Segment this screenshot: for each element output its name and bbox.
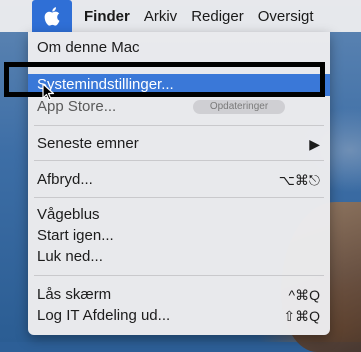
menu-item-app-store[interactable]: App Store... Opdateringer: [28, 96, 330, 118]
mouse-pointer-icon: [42, 83, 56, 101]
menu-item-lock-screen[interactable]: Lås skærm ^⌘Q: [28, 284, 330, 306]
submenu-arrow-icon: ▶: [309, 136, 320, 152]
menu-separator: [34, 125, 324, 126]
update-badge: Opdateringer: [193, 100, 285, 114]
menu-separator: [34, 275, 324, 276]
menu-separator: [34, 160, 324, 161]
menu-rediger[interactable]: Rediger: [191, 8, 244, 25]
shortcut-force-quit: ⌥⌘⎋: [278, 172, 320, 188]
menu-item-label: Start igen...: [37, 227, 114, 244]
menu-item-logout[interactable]: Log IT Afdeling ud... ⇧⌘Q: [28, 305, 330, 327]
menu-item-label: Luk ned...: [37, 248, 103, 265]
menu-arkiv[interactable]: Arkiv: [144, 8, 177, 25]
menu-finder[interactable]: Finder: [84, 8, 130, 25]
menu-item-label: Log IT Afdeling ud...: [37, 307, 171, 324]
menu-item-recent[interactable]: Seneste emner ▶: [28, 133, 330, 155]
menu-item-label: Afbryd...: [37, 171, 93, 188]
menu-item-label: Vågeblus: [37, 206, 100, 223]
menu-separator: [34, 197, 324, 198]
menu-item-sleep[interactable]: Vågeblus: [28, 204, 330, 226]
shortcut-logout: ⇧⌘Q: [283, 308, 320, 324]
menu-item-force-quit[interactable]: Afbryd... ⌥⌘⎋: [28, 169, 330, 191]
menu-item-label: Seneste emner: [37, 135, 139, 152]
shortcut-lock: ^⌘Q: [288, 287, 320, 303]
menu-item-shutdown[interactable]: Luk ned...: [28, 246, 330, 268]
menu-item-restart[interactable]: Start igen...: [28, 225, 330, 247]
menu-item-label: Om denne Mac: [37, 39, 140, 56]
menu-item-label: Lås skærm: [37, 286, 112, 303]
apple-logo-icon: [44, 6, 60, 26]
menu-item-about[interactable]: Om denne Mac: [28, 37, 330, 59]
menu-oversigt[interactable]: Oversigt: [258, 8, 314, 25]
menu-bar: Finder Arkiv Rediger Oversigt: [0, 0, 361, 32]
apple-menu-button[interactable]: [32, 0, 72, 32]
